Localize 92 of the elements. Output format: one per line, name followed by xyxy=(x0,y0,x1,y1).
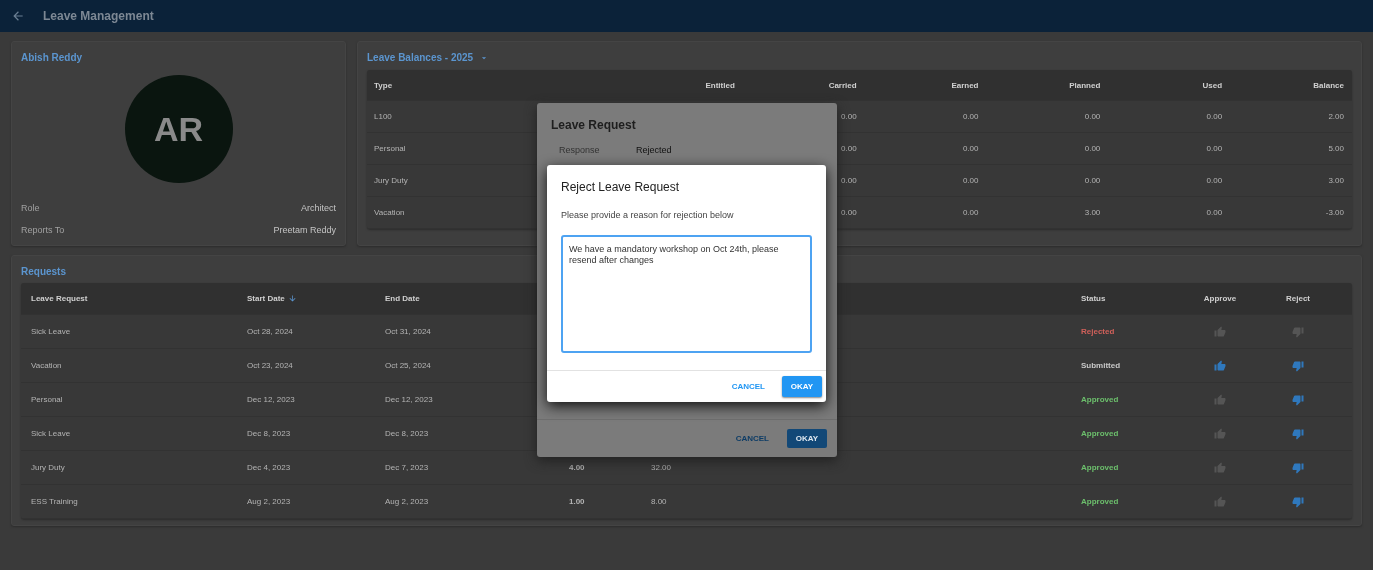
table-cell: Dec 4, 2023 xyxy=(247,463,291,472)
table-cell: Vacation xyxy=(31,361,62,370)
cancel-button[interactable]: CANCEL xyxy=(735,429,769,448)
field-label: Role xyxy=(21,203,40,213)
window-title: Leave Management xyxy=(43,9,154,23)
table-cell: Jury Duty xyxy=(31,463,65,472)
table-cell: L100 xyxy=(374,112,392,121)
column-header: Balance xyxy=(1313,80,1344,90)
status-text: Approved xyxy=(1081,463,1119,472)
column-header: Carried xyxy=(828,80,857,90)
table-cell: 0.00 xyxy=(841,144,857,153)
table-cell: Aug 2, 2023 xyxy=(247,497,291,506)
field-value: Rejected xyxy=(636,145,672,155)
table-cell: Oct 28, 2024 xyxy=(247,327,293,336)
column-header: Earned xyxy=(951,80,979,90)
status-text: Approved xyxy=(1081,395,1119,404)
thumbs-down-icon[interactable] xyxy=(1292,427,1304,440)
table-cell: Sick Leave xyxy=(31,429,71,438)
thumbs-down-icon[interactable] xyxy=(1292,495,1304,508)
column-header: Approve xyxy=(1203,294,1237,303)
thumbs-down-icon[interactable] xyxy=(1292,393,1304,406)
table-cell: 0.00 xyxy=(1206,208,1223,217)
column-header: Status xyxy=(1081,294,1106,303)
thumbs-down-icon[interactable] xyxy=(1292,461,1304,474)
status-text: Submitted xyxy=(1081,361,1121,370)
table-cell: 1.00 xyxy=(569,497,585,506)
table-cell: Aug 2, 2023 xyxy=(385,497,429,506)
table-cell: Personal xyxy=(374,144,406,153)
field-label: Reports To xyxy=(21,225,65,235)
column-header: Planned xyxy=(1069,80,1101,90)
table-cell: 0.00 xyxy=(962,144,979,153)
column-header[interactable]: Start Date xyxy=(247,293,285,303)
column-header: Entitled xyxy=(705,80,735,90)
column-header: Type xyxy=(374,80,393,90)
table-cell: ESS Training xyxy=(31,497,78,506)
table-cell: Dec 7, 2023 xyxy=(385,463,429,472)
table-cell: 0.00 xyxy=(962,112,979,121)
table-cell: 4.00 xyxy=(569,463,585,472)
table-cell: 0.00 xyxy=(1084,144,1101,153)
table-cell: Dec 12, 2023 xyxy=(385,395,433,404)
table-cell: Oct 25, 2024 xyxy=(385,361,431,370)
column-header: End Date xyxy=(385,294,420,303)
table-cell: Sick Leave xyxy=(31,327,71,336)
table-cell: Personal xyxy=(31,395,63,404)
field-label: Response xyxy=(559,145,601,155)
dialog-prompt: Please provide a reason for rejection below xyxy=(561,210,735,220)
thumbs-down-icon[interactable] xyxy=(1292,359,1304,372)
status-text: Approved xyxy=(1081,429,1119,438)
table-cell: 0.00 xyxy=(962,208,979,217)
table-cell: 5.00 xyxy=(1328,144,1344,153)
table-cell: 0.00 xyxy=(841,176,857,185)
back-arrow-icon[interactable] xyxy=(11,9,25,23)
table-cell: Dec 8, 2023 xyxy=(385,429,429,438)
column-header: Reject xyxy=(1286,294,1310,303)
table-cell: 0.00 xyxy=(841,112,857,121)
table-cell: Dec 12, 2023 xyxy=(247,395,295,404)
table-cell: 3.00 xyxy=(1328,176,1344,185)
avatar: AR xyxy=(124,75,233,183)
table-cell: 0.00 xyxy=(1084,176,1101,185)
table-cell: -3.00 xyxy=(1325,208,1344,217)
dialog-title: Reject Leave Request xyxy=(561,180,681,194)
employee-name: Abish Reddy xyxy=(21,52,84,63)
field-value: Preetam Reddy xyxy=(273,225,336,235)
status-text: Rejected xyxy=(1081,327,1115,336)
cancel-button[interactable]: CANCEL xyxy=(731,376,765,397)
balances-year-dropdown[interactable]: Leave Balances - 2025 xyxy=(367,52,474,63)
table-cell: Oct 31, 2024 xyxy=(385,327,431,336)
section-title: Requests xyxy=(21,266,66,277)
column-header: Used xyxy=(1202,80,1223,90)
table-cell: 0.00 xyxy=(962,176,979,185)
table-cell: 0.00 xyxy=(841,208,857,217)
table-cell: 2.00 xyxy=(1328,112,1344,121)
dialog-title: Leave Request xyxy=(551,118,637,132)
table-cell: 32.00 xyxy=(651,463,672,472)
sort-arrow-icon[interactable] xyxy=(287,294,297,304)
thumbs-up-icon[interactable] xyxy=(1214,359,1226,372)
okay-button[interactable]: OKAY xyxy=(787,429,827,448)
status-text: Approved xyxy=(1081,497,1119,506)
table-cell: 0.00 xyxy=(1206,176,1223,185)
column-header: Leave Request xyxy=(31,294,88,303)
reason-field[interactable]: We have a mandatory workshop on Oct 24th, please resend after changes xyxy=(561,235,812,353)
table-cell: 0.00 xyxy=(1206,112,1223,121)
table-cell: Oct 23, 2024 xyxy=(247,361,293,370)
table-cell: 0.00 xyxy=(1084,112,1101,121)
table-cell: Vacation xyxy=(374,208,405,217)
table-cell: 3.00 xyxy=(1084,208,1101,217)
table-cell: Dec 8, 2023 xyxy=(247,429,291,438)
table-cell: 0.00 xyxy=(1206,144,1223,153)
table-cell: Jury Duty xyxy=(374,176,408,185)
field-value: Architect xyxy=(301,203,336,213)
table-cell: 8.00 xyxy=(651,497,667,506)
okay-button[interactable]: OKAY xyxy=(782,376,822,397)
